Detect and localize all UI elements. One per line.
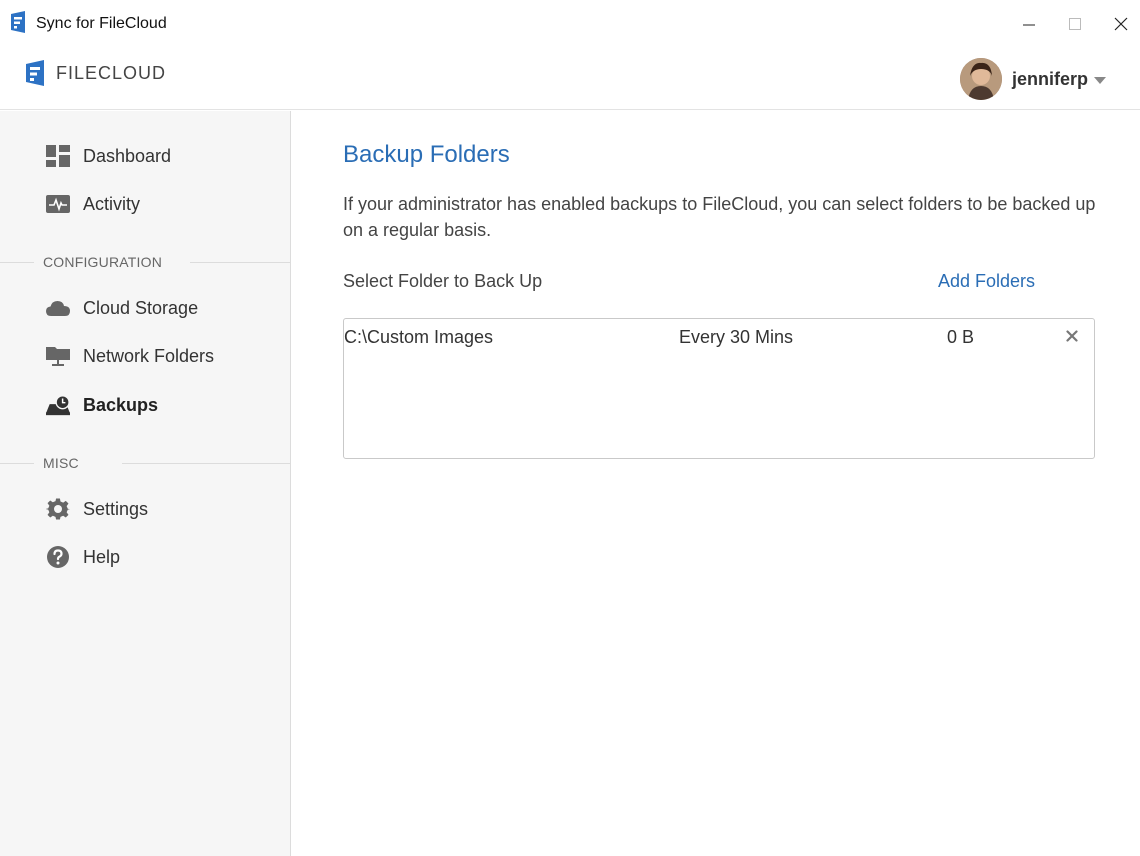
window-titlebar: Sync for FileCloud (0, 0, 1140, 48)
sidebar-item-activity[interactable]: Activity (46, 189, 140, 219)
backup-folder-list: C:\Custom Images Every 30 Mins 0 B (343, 318, 1095, 459)
section-misc: MISC (0, 453, 290, 473)
minimize-icon (1023, 24, 1035, 26)
close-button[interactable] (1098, 0, 1140, 48)
activity-icon (46, 192, 70, 216)
dashboard-icon (46, 144, 70, 168)
sidebar-item-network-folders[interactable]: Network Folders (46, 341, 214, 371)
user-menu[interactable]: jenniferp (959, 58, 1106, 100)
close-icon (1066, 330, 1078, 342)
maximize-icon (1069, 18, 1081, 30)
section-configuration: CONFIGURATION (0, 252, 290, 272)
gear-icon (46, 497, 70, 521)
sidebar-item-label: Backups (83, 394, 159, 415)
chevron-down-icon (1094, 76, 1106, 84)
sidebar: Dashboard Activity CONFIGURATION Cloud S… (0, 111, 291, 856)
sidebar-item-label: Dashboard (83, 145, 172, 166)
page-description: If your administrator has enabled backup… (343, 194, 1096, 240)
section-label: MISC (43, 455, 79, 471)
avatar (959, 58, 1002, 100)
sidebar-item-cloud-storage[interactable]: Cloud Storage (46, 293, 198, 323)
sidebar-item-dashboard[interactable]: Dashboard (46, 141, 171, 171)
list-item[interactable]: C:\Custom Images Every 30 Mins 0 B (344, 319, 1094, 355)
main-content: Backup Folders If your administrator has… (292, 111, 1140, 856)
folder-path: C:\Custom Images (344, 327, 494, 347)
avatar-image (959, 58, 1002, 100)
minimize-button[interactable] (1006, 0, 1052, 48)
folder-size: 0 B (947, 327, 975, 347)
sidebar-item-label: Cloud Storage (83, 297, 199, 318)
app-header: FILECLOUD jenniferp (0, 48, 1140, 110)
network-folder-icon (46, 344, 70, 368)
sidebar-item-settings[interactable]: Settings (46, 494, 148, 524)
sidebar-item-label: Settings (83, 498, 149, 519)
maximize-button[interactable] (1052, 0, 1098, 48)
username: jenniferp (1011, 68, 1088, 89)
backup-frequency: Every 30 Mins (679, 327, 794, 347)
brand-logo: FILECLOUD (24, 60, 166, 86)
page-title: Backup Folders (343, 141, 510, 168)
cloud-icon (46, 296, 70, 320)
add-folders-link[interactable]: Add Folders (938, 271, 1035, 292)
filecloud-logo-icon (26, 60, 44, 86)
select-folder-label: Select Folder to Back Up (343, 271, 543, 291)
help-icon (46, 545, 70, 569)
sidebar-item-label: Help (83, 546, 121, 567)
sidebar-item-label: Activity (83, 193, 141, 214)
window-title: Sync for FileCloud (36, 15, 167, 32)
sidebar-item-label: Network Folders (83, 345, 215, 366)
close-icon (1114, 17, 1128, 31)
filecloud-app-icon (11, 11, 25, 33)
brand-text: FILECLOUD (56, 62, 167, 83)
sidebar-item-help[interactable]: Help (46, 542, 120, 572)
sidebar-item-backups[interactable]: Backups (46, 390, 158, 420)
section-label: CONFIGURATION (43, 254, 163, 270)
remove-folder-button[interactable] (1064, 328, 1080, 344)
backup-icon (46, 393, 70, 417)
